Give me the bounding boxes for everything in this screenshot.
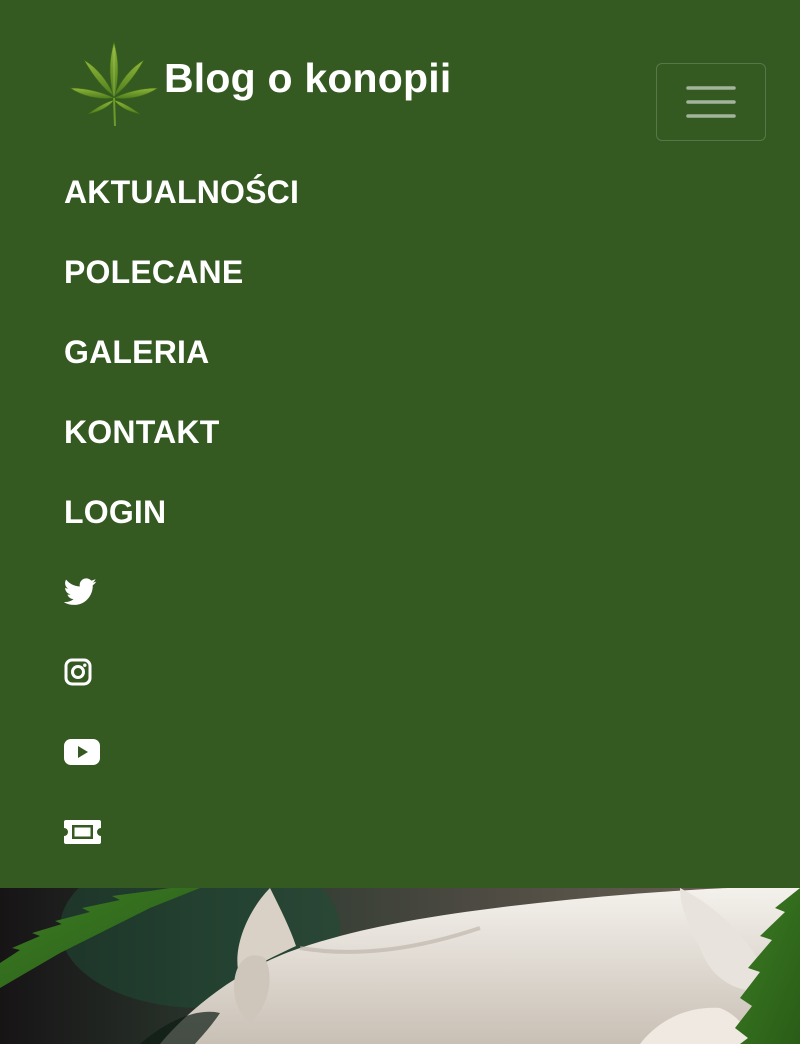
nav-link-polecane[interactable]: POLECANE (64, 254, 243, 291)
brand-link[interactable]: Blog o konopii (68, 38, 451, 130)
nav-link-aktualnosci[interactable]: AKTUALNOŚCI (64, 174, 299, 211)
nav-item-login: LOGIN (64, 472, 299, 552)
twitter-link[interactable] (64, 578, 97, 606)
social-links (64, 552, 101, 872)
nav-item-galeria: GALERIA (64, 312, 299, 392)
nav-link-galeria[interactable]: GALERIA (64, 334, 209, 371)
navbar: Blog o konopii AKTUALNOŚCI POLECANE GALE… (0, 0, 800, 888)
nav-link-kontakt[interactable]: KONTAKT (64, 414, 219, 451)
brand-title: Blog o konopii (164, 54, 452, 101)
twitter-icon (64, 578, 97, 605)
youtube-icon (64, 739, 100, 765)
main-nav: AKTUALNOŚCI POLECANE GALERIA KONTAKT LOG… (64, 152, 299, 552)
social-item-instagram (64, 632, 101, 712)
nav-item-aktualnosci: AKTUALNOŚCI (64, 152, 299, 232)
cannabis-leaf-icon (69, 40, 159, 127)
nav-item-kontakt: KONTAKT (64, 392, 299, 472)
instagram-link[interactable] (64, 658, 92, 686)
youtube-link[interactable] (64, 739, 100, 765)
hero-photo (0, 888, 800, 1044)
social-item-youtube (64, 712, 101, 792)
ticket-link[interactable] (64, 820, 101, 844)
menu-toggle-button[interactable] (656, 63, 766, 141)
ticket-icon (64, 820, 101, 844)
social-item-twitter (64, 552, 101, 632)
social-item-ticket (64, 792, 101, 872)
nav-link-login[interactable]: LOGIN (64, 494, 166, 531)
hamburger-menu-icon (686, 86, 736, 118)
instagram-icon (64, 658, 92, 686)
hero-image (0, 888, 800, 1044)
nav-item-polecane: POLECANE (64, 232, 299, 312)
